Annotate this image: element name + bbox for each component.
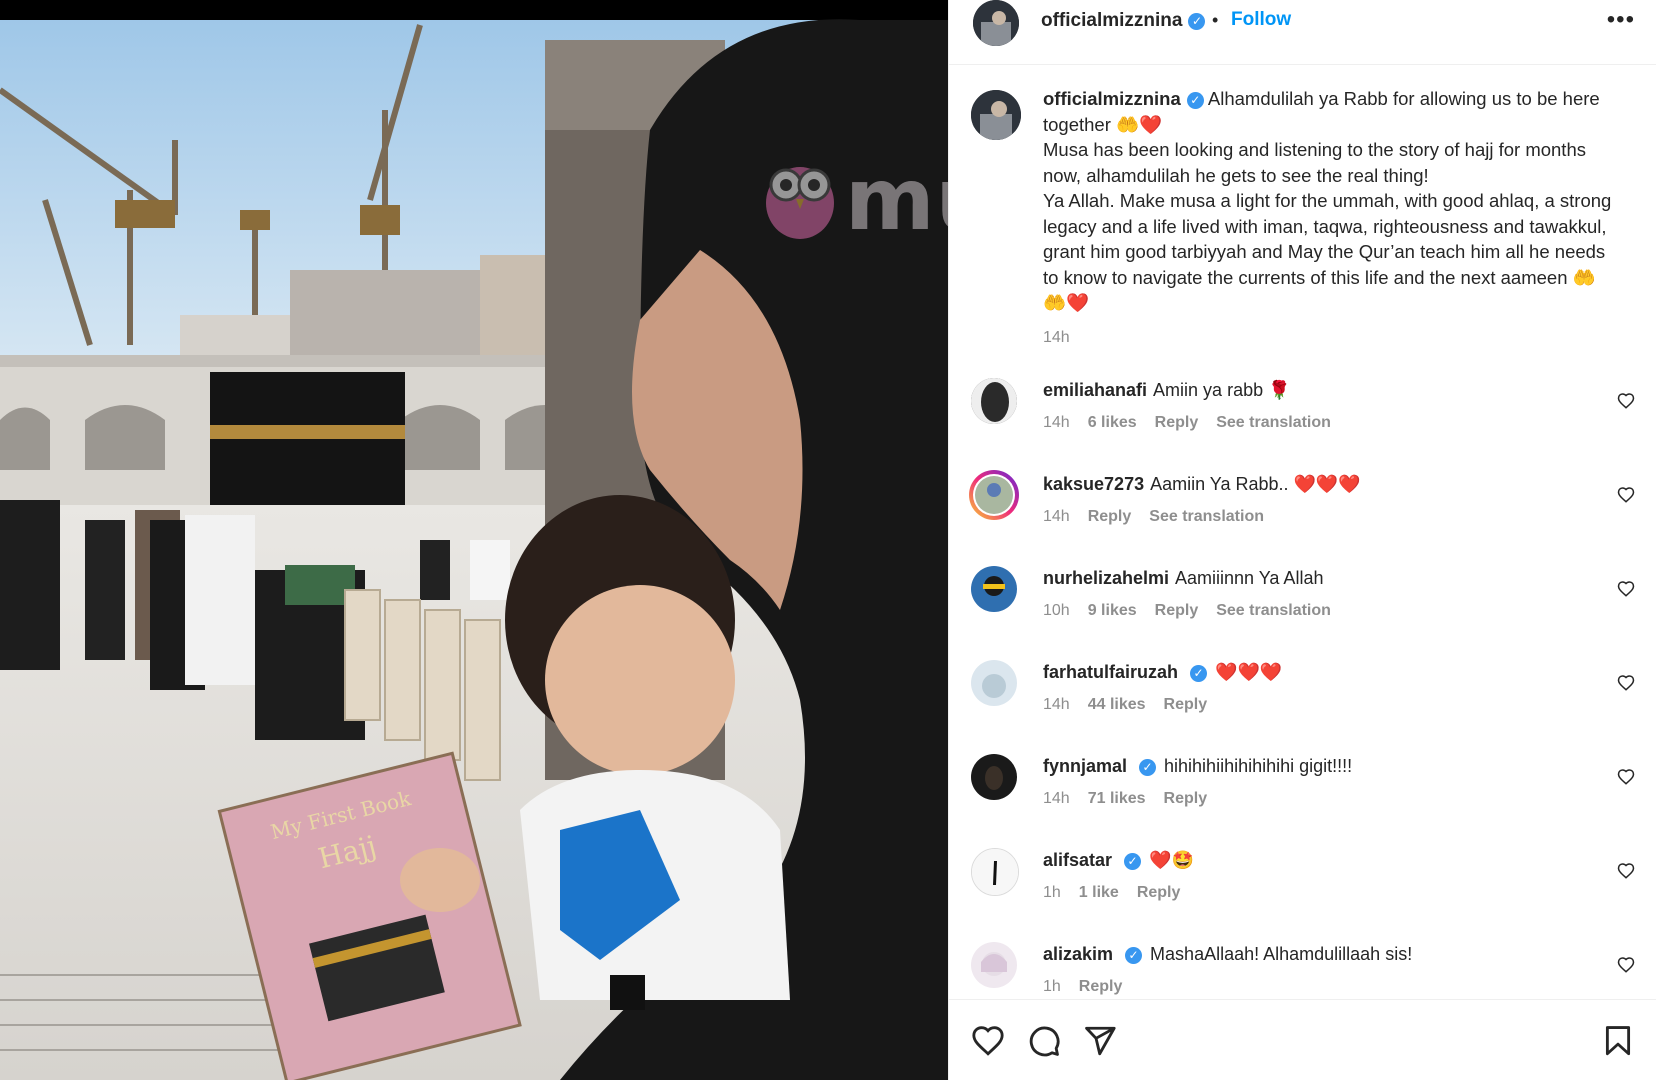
- comment-like-heart-icon[interactable]: [1617, 580, 1635, 598]
- reply-button[interactable]: Reply: [1079, 978, 1123, 995]
- author-username[interactable]: officialmizznina ✓: [1041, 10, 1206, 32]
- comment-item: fynnjamal ✓ hihihihiihihihihihi gigit!!!! …: [949, 754, 1656, 834]
- verified-badge-icon: ✓: [1125, 947, 1143, 964]
- comment-likes[interactable]: 6 likes: [1088, 414, 1137, 431]
- comment-time[interactable]: 1h: [1043, 978, 1061, 995]
- comment-item: farhatulfairuzah ✓ ❤️❤️❤️ 14h 44 likes Reply: [949, 660, 1656, 740]
- comment-body: alizakim ✓ MashaAllaah! Alhamdulillaah sis…: [1043, 944, 1412, 965]
- comment-likes[interactable]: 9 likes: [1088, 602, 1137, 619]
- caption-timestamp[interactable]: 14h: [1043, 329, 1070, 347]
- comment-text: ❤️🤩: [1149, 850, 1194, 870]
- comment-time[interactable]: 14h: [1043, 508, 1070, 525]
- comment-icon[interactable]: [1027, 1024, 1061, 1058]
- comment-like-heart-icon[interactable]: [1617, 956, 1635, 974]
- commenter-username[interactable]: alizakim: [1043, 944, 1113, 964]
- comment-time[interactable]: 1h: [1043, 884, 1061, 901]
- comment-text: Aamiin Ya Rabb.. ❤️❤️❤️: [1150, 474, 1361, 494]
- comment-text: MashaAllaah! Alhamdulillaah sis!: [1150, 944, 1413, 964]
- caption-line-3: Ya Allah. Make musa a light for the umma…: [1043, 190, 1612, 313]
- more-options-icon[interactable]: •••: [1607, 6, 1635, 34]
- comment-item: kaksue7273 Aamiin Ya Rabb.. ❤️❤️❤️ 14h Rep…: [949, 470, 1656, 552]
- commenter-avatar[interactable]: [971, 848, 1019, 896]
- post-detail-pane: officialmizznina ✓ • Follow ••• officialm…: [948, 0, 1656, 1081]
- verified-badge-icon: ✓: [1124, 853, 1142, 870]
- post-header: officialmizznina ✓ • Follow •••: [949, 0, 1656, 65]
- comment-time[interactable]: 10h: [1043, 602, 1070, 619]
- commenter-avatar[interactable]: [971, 942, 1017, 988]
- comment-likes[interactable]: 44 likes: [1088, 696, 1146, 713]
- commenter-username[interactable]: farhatulfairuzah: [1043, 662, 1178, 682]
- commenter-avatar[interactable]: [971, 566, 1017, 612]
- reply-button[interactable]: Reply: [1155, 414, 1199, 431]
- post-action-bar: [949, 999, 1656, 1081]
- see-translation-button[interactable]: See translation: [1216, 414, 1331, 431]
- commenter-username[interactable]: alifsatar: [1043, 850, 1112, 870]
- share-icon[interactable]: [1083, 1024, 1117, 1058]
- comment-like-heart-icon[interactable]: [1617, 392, 1635, 410]
- reply-button[interactable]: Reply: [1164, 696, 1208, 713]
- verified-badge-icon: ✓: [1188, 13, 1206, 30]
- reply-button[interactable]: Reply: [1155, 602, 1199, 619]
- comment-like-heart-icon[interactable]: [1617, 862, 1635, 880]
- commenter-username[interactable]: kaksue7273: [1043, 474, 1144, 494]
- comment-meta: 10h 9 likes Reply See translation: [1043, 602, 1349, 620]
- comment-meta: 14h Reply See translation: [1043, 508, 1282, 526]
- reply-button[interactable]: Reply: [1137, 884, 1181, 901]
- comment-time[interactable]: 14h: [1043, 414, 1070, 431]
- see-translation-button[interactable]: See translation: [1149, 508, 1264, 525]
- bookmark-icon[interactable]: [1601, 1024, 1635, 1058]
- comment-item: nurhelizahelmi Aamiiinnn Ya Allah 10h 9 li…: [949, 566, 1656, 646]
- photo-illustration: My First Book Hajj: [0, 0, 948, 1080]
- header-separator: •: [1212, 10, 1219, 30]
- heart-icon[interactable]: [971, 1024, 1005, 1058]
- caption-text: officialmizznina ✓ Alhamdulilah ya Rabb f…: [1043, 86, 1613, 316]
- comment-meta: 1h 1 like Reply: [1043, 884, 1198, 902]
- comment-text: ❤️❤️❤️: [1215, 662, 1283, 682]
- verified-badge-icon: ✓: [1186, 92, 1204, 109]
- comment-meta: 14h 6 likes Reply See translation: [1043, 414, 1349, 432]
- comment-time[interactable]: 14h: [1043, 696, 1070, 713]
- comment-meta: 14h 71 likes Reply: [1043, 790, 1225, 808]
- commenter-username[interactable]: fynnjamal: [1043, 756, 1127, 776]
- verified-badge-icon: ✓: [1139, 759, 1157, 776]
- commenter-avatar[interactable]: [971, 660, 1017, 706]
- comment-likes[interactable]: 1 like: [1079, 884, 1119, 901]
- comment-like-heart-icon[interactable]: [1617, 674, 1635, 692]
- comment-body: emiliahanafi Amiin ya rabb 🌹: [1043, 380, 1291, 401]
- author-username-text[interactable]: officialmizznina: [1041, 10, 1182, 31]
- comment-likes[interactable]: 71 likes: [1088, 790, 1146, 807]
- comment-text: Amiin ya rabb 🌹: [1153, 380, 1291, 400]
- see-translation-button[interactable]: See translation: [1216, 602, 1331, 619]
- verified-badge-icon: ✓: [1190, 665, 1208, 682]
- comment-text: Aamiiinnn Ya Allah: [1175, 568, 1324, 588]
- author-avatar[interactable]: [973, 0, 1019, 46]
- comment-time[interactable]: 14h: [1043, 790, 1070, 807]
- comment-body: fynnjamal ✓ hihihihiihihihihihi gigit!!!!: [1043, 756, 1352, 777]
- comment-meta: 14h 44 likes Reply: [1043, 696, 1225, 714]
- comment-item: alifsatar ✓ ❤️🤩 1h 1 like Reply: [949, 848, 1656, 928]
- comment-body: kaksue7273 Aamiin Ya Rabb.. ❤️❤️❤️: [1043, 474, 1361, 495]
- comment-like-heart-icon[interactable]: [1617, 486, 1635, 504]
- comment-body: nurhelizahelmi Aamiiinnn Ya Allah: [1043, 568, 1323, 589]
- comment-text: hihihihiihihihihihi gigit!!!!: [1164, 756, 1353, 776]
- caption-author-avatar[interactable]: [971, 90, 1021, 140]
- commenter-avatar[interactable]: [969, 470, 1019, 520]
- post-photo[interactable]: My First Book Hajj mur: [0, 0, 948, 1080]
- comment-body: farhatulfairuzah ✓ ❤️❤️❤️: [1043, 662, 1282, 683]
- comment-item: emiliahanafi Amiin ya rabb 🌹 14h 6 likes Re…: [949, 378, 1656, 458]
- commenter-username[interactable]: nurhelizahelmi: [1043, 568, 1169, 588]
- follow-button[interactable]: Follow: [1231, 9, 1291, 31]
- commenter-avatar[interactable]: [971, 378, 1017, 424]
- comment-like-heart-icon[interactable]: [1617, 768, 1635, 786]
- commenter-avatar[interactable]: [971, 754, 1017, 800]
- comment-body: alifsatar ✓ ❤️🤩: [1043, 850, 1194, 871]
- reply-button[interactable]: Reply: [1164, 790, 1208, 807]
- reply-button[interactable]: Reply: [1088, 508, 1132, 525]
- caption-line-2: Musa has been looking and listening to t…: [1043, 139, 1586, 186]
- commenter-username[interactable]: emiliahanafi: [1043, 380, 1147, 400]
- comment-meta: 1h Reply: [1043, 978, 1140, 996]
- caption-username[interactable]: officialmizznina: [1043, 88, 1181, 109]
